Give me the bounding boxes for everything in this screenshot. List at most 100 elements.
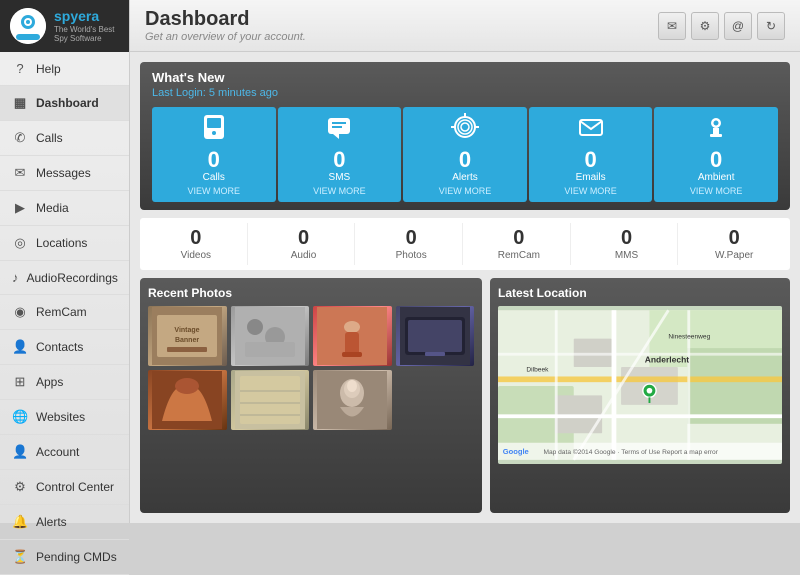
stat-emails[interactable]: 0 Emails VIEW MORE <box>529 107 653 202</box>
sidebar-label-help: Help <box>36 62 61 76</box>
audio-count: 0 <box>257 227 351 250</box>
control-center-icon: ⚙ <box>12 479 28 495</box>
ambient-view-more[interactable]: VIEW MORE <box>690 186 743 196</box>
last-login-text: Last Login: 5 minutes ago <box>152 87 778 99</box>
map-container: Anderlecht Dilbeek Ninesteenweg Google M… <box>498 306 782 464</box>
photo-item-6[interactable] <box>231 370 310 430</box>
ambient-label: Ambient <box>698 172 735 183</box>
sidebar-item-pending-cmds[interactable]: ⏳ Pending CMDs <box>0 540 129 575</box>
videos-count: 0 <box>149 227 243 250</box>
emails-label: Emails <box>576 172 606 183</box>
refresh-header-button[interactable]: ↻ <box>757 12 785 40</box>
alerts-icon: 🔔 <box>12 514 28 530</box>
sidebar-item-locations[interactable]: ◎ Locations <box>0 226 129 261</box>
sidebar-item-account[interactable]: 👤 Account <box>0 435 129 470</box>
latest-location-panel: Latest Location <box>490 278 790 513</box>
photo-item-2[interactable] <box>231 306 310 366</box>
secondary-stats-panel: 0 Videos 0 Audio 0 Photos 0 RemCam 0 MMS… <box>140 218 790 270</box>
sidebar-item-audiorecordings[interactable]: ♪ AudioRecordings <box>0 261 129 295</box>
sidebar-item-apps[interactable]: ⊞ Apps <box>0 365 129 400</box>
locations-icon: ◎ <box>12 235 28 251</box>
photo-item-7[interactable] <box>313 370 392 430</box>
stats-row: 0 Calls VIEW MORE 0 SMS <box>152 107 778 202</box>
sidebar-item-control-center[interactable]: ⚙ Control Center <box>0 470 129 505</box>
bottom-row: Recent Photos Vintage Banner <box>140 278 790 513</box>
emails-count: 0 <box>584 149 596 171</box>
sidebar-item-help[interactable]: ? Help <box>0 52 129 86</box>
sidebar-label-calls: Calls <box>36 131 63 145</box>
wpaper-label: W.Paper <box>687 250 781 261</box>
photo-item-4[interactable] <box>396 306 475 366</box>
sidebar-label-remcam: RemCam <box>36 305 87 319</box>
emails-stat-icon <box>577 113 605 147</box>
photo-item-1[interactable]: Vintage Banner <box>148 306 227 366</box>
sms-label: SMS <box>329 172 351 183</box>
sidebar-label-messages: Messages <box>36 166 91 180</box>
sidebar-item-dashboard[interactable]: ▦ Dashboard <box>0 86 129 121</box>
calls-label: Calls <box>203 172 225 183</box>
sms-view-more[interactable]: VIEW MORE <box>313 186 366 196</box>
remcam-icon: ◉ <box>12 304 28 320</box>
logo-area: spyera The World's Best Spy Software <box>0 0 129 52</box>
photo-item-5[interactable] <box>148 370 227 430</box>
sidebar-label-media: Media <box>36 201 69 215</box>
photo-thumb-1: Vintage Banner <box>148 306 227 366</box>
sec-stat-wpaper: 0 W.Paper <box>683 223 785 265</box>
photo-thumb-4 <box>396 306 475 366</box>
photo-thumb-5 <box>148 370 227 430</box>
sec-stat-mms: 0 MMS <box>576 223 679 265</box>
svg-text:Map data ©2014 Google · Terms: Map data ©2014 Google · Terms of Use Rep… <box>543 448 718 456</box>
stat-ambient[interactable]: 0 Ambient VIEW MORE <box>654 107 778 202</box>
sidebar-item-remcam[interactable]: ◉ RemCam <box>0 295 129 330</box>
sidebar-label-contacts: Contacts <box>36 340 83 354</box>
messages-icon: ✉ <box>12 165 28 181</box>
websites-icon: 🌐 <box>12 409 28 425</box>
sidebar-item-contacts[interactable]: 👤 Contacts <box>0 330 129 365</box>
alerts-view-more[interactable]: VIEW MORE <box>439 186 492 196</box>
photo-item-3[interactable] <box>313 306 392 366</box>
emails-view-more[interactable]: VIEW MORE <box>564 186 617 196</box>
contacts-icon: 👤 <box>12 339 28 355</box>
sidebar-label-control-center: Control Center <box>36 480 114 494</box>
account-header-button[interactable]: @ <box>724 12 752 40</box>
stat-calls[interactable]: 0 Calls VIEW MORE <box>152 107 276 202</box>
email-header-button[interactable]: ✉ <box>658 12 686 40</box>
page-subtitle: Get an overview of your account. <box>145 31 306 43</box>
sidebar-item-calls[interactable]: ✆ Calls <box>0 121 129 156</box>
photo-thumb-2 <box>231 306 310 366</box>
whats-new-title: What's New <box>152 70 778 85</box>
header-actions: ✉ ⚙ @ ↻ <box>658 12 785 40</box>
calls-icon: ✆ <box>12 130 28 146</box>
settings-header-button[interactable]: ⚙ <box>691 12 719 40</box>
svg-text:Banner: Banner <box>175 337 199 344</box>
photo-thumb-6 <box>231 370 310 430</box>
media-icon: ▶ <box>12 200 28 216</box>
help-icon: ? <box>12 61 28 76</box>
calls-count: 0 <box>208 149 220 171</box>
dashboard-icon: ▦ <box>12 95 28 111</box>
recent-photos-title: Recent Photos <box>148 286 474 300</box>
audio-icon: ♪ <box>12 270 19 285</box>
sidebar-item-websites[interactable]: 🌐 Websites <box>0 400 129 435</box>
pending-cmds-icon: ⏳ <box>12 549 28 565</box>
sidebar: spyera The World's Best Spy Software ? H… <box>0 0 130 523</box>
remcam-count: 0 <box>472 227 566 250</box>
logo-text: spyera <box>54 9 119 24</box>
stat-sms[interactable]: 0 SMS VIEW MORE <box>278 107 402 202</box>
photos-label: Photos <box>364 250 458 261</box>
sec-stat-remcam: 0 RemCam <box>468 223 571 265</box>
mms-label: MMS <box>580 250 674 261</box>
main-content: Dashboard Get an overview of your accoun… <box>130 0 800 523</box>
photo-thumb-7 <box>313 370 392 430</box>
mms-count: 0 <box>580 227 674 250</box>
apps-icon: ⊞ <box>12 374 28 390</box>
calls-view-more[interactable]: VIEW MORE <box>188 186 241 196</box>
sms-stat-icon <box>325 113 353 147</box>
sidebar-item-messages[interactable]: ✉ Messages <box>0 156 129 191</box>
sidebar-item-media[interactable]: ▶ Media <box>0 191 129 226</box>
calls-stat-icon <box>200 113 228 147</box>
page-header: Dashboard Get an overview of your accoun… <box>130 0 800 52</box>
sidebar-label-locations: Locations <box>36 236 87 250</box>
stat-alerts[interactable]: 0 Alerts VIEW MORE <box>403 107 527 202</box>
sec-stat-audio: 0 Audio <box>253 223 356 265</box>
